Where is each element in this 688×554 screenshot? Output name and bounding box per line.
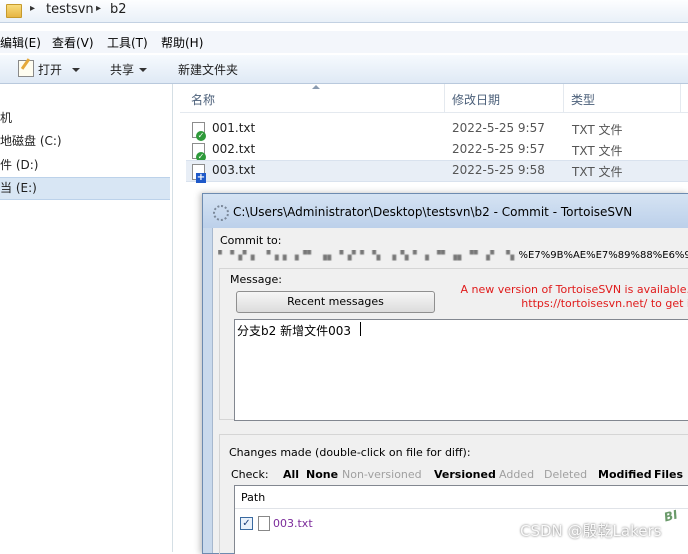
menu-bar: 编辑(E) 查看(V) 工具(T) 帮助(H) <box>0 31 688 53</box>
file-name: 001.txt <box>212 121 256 135</box>
address-bar[interactable]: ▸ testsvn ▸ b2 <box>0 0 688 23</box>
dialog-title: C:\Users\Administrator\Desktop\testsvn\b… <box>233 205 633 219</box>
filter-deleted: Deleted <box>544 468 588 481</box>
share-button[interactable]: 共享 <box>110 61 134 78</box>
text-file-icon <box>258 516 270 531</box>
tortoisesvn-icon <box>213 205 229 221</box>
breadcrumb-testsvn[interactable]: testsvn <box>46 2 94 17</box>
svn-added-overlay-icon: + <box>196 172 206 183</box>
column-divider[interactable] <box>444 84 445 112</box>
folder-icon <box>6 4 22 18</box>
changes-label: Changes made (double-click on file for d… <box>229 446 471 459</box>
list-header[interactable]: Path <box>235 486 688 509</box>
commit-url-visible: %E7%9B%AE%E7%89%88%E6%9C% <box>518 250 688 261</box>
sort-ascending-icon <box>312 85 320 89</box>
redacted-url-portion: ▘▝▗▘▖ ▝▗ ▖▗▝▘ ▗▖▝▗▘▘▝▖ ▗▝▖▘▗ ▝▘▗▖▝▘▗▘ ▝▖ <box>218 250 519 261</box>
filter-added: Added <box>499 468 535 481</box>
file-row[interactable]: ✓ 001.txt 2022-5-25 9:57 TXT 文件 <box>186 119 688 141</box>
watermark: CSDN @殷乾Lakers <box>520 522 662 540</box>
filter-all[interactable]: All <box>283 468 299 481</box>
nav-item-drive-e[interactable]: 当 (E:) <box>0 177 170 200</box>
file-name: 002.txt <box>212 142 256 156</box>
message-label: Message: <box>228 273 284 286</box>
chevron-down-icon[interactable] <box>139 68 147 72</box>
file-row[interactable]: ✓ 002.txt 2022-5-25 9:57 TXT 文件 <box>186 140 688 162</box>
commit-url: ▘▝▗▘▖ ▝▗ ▖▗▝▘ ▗▖▝▗▘▘▝▖ ▗▝▖▘▗ ▝▘▗▖▝▘▗▘ ▝▖… <box>218 250 688 261</box>
file-type: TXT 文件 <box>572 144 623 158</box>
breadcrumb-separator[interactable]: ▸ <box>30 3 35 14</box>
commit-to-label: Commit to: <box>220 234 282 247</box>
nav-item-drive-c[interactable]: 地磁盘 (C:) <box>0 131 170 152</box>
nav-item-label: 件 (D:) <box>0 158 39 172</box>
filter-non-versioned: Non-versioned <box>342 468 422 481</box>
file-list-header: 名称 修改日期 类型 <box>180 84 688 113</box>
recent-messages-button[interactable]: Recent messages <box>236 291 435 313</box>
filter-none[interactable]: None <box>306 468 338 481</box>
nav-item-label: 机 <box>0 111 13 125</box>
file-checkbox[interactable]: ✓ <box>240 517 253 530</box>
filter-files[interactable]: Files <box>654 468 683 481</box>
column-divider[interactable] <box>563 84 564 112</box>
commit-message-text: 分支b2 新增文件003 <box>237 324 351 338</box>
command-toolbar: 打开 共享 新建文件夹 <box>0 55 688 84</box>
nav-item-label: 地磁盘 (C:) <box>0 134 62 148</box>
breadcrumb-separator[interactable]: ▸ <box>96 3 101 14</box>
dialog-title-bar[interactable]: C:\Users\Administrator\Desktop\testsvn\b… <box>203 194 688 228</box>
commit-dialog: C:\Users\Administrator\Desktop\testsvn\b… <box>202 193 688 554</box>
new-folder-button[interactable]: 新建文件夹 <box>178 61 238 78</box>
file-type: TXT 文件 <box>572 165 623 179</box>
column-type[interactable]: 类型 <box>571 91 595 108</box>
file-date: 2022-5-25 9:57 <box>452 142 545 156</box>
column-name[interactable]: 名称 <box>191 91 215 108</box>
nav-item-computer[interactable]: 机 <box>0 108 170 129</box>
nav-item-drive-d[interactable]: 件 (D:) <box>0 155 170 176</box>
menu-edit[interactable]: 编辑(E) <box>0 34 41 51</box>
column-path[interactable]: Path <box>241 491 265 504</box>
text-file-icon: ✓ <box>192 122 206 141</box>
chevron-down-icon[interactable] <box>72 68 80 72</box>
text-file-icon: + <box>192 164 206 183</box>
update-notice-line1[interactable]: A new version of TortoiseSVN is availabl… <box>453 283 688 296</box>
changed-file-path[interactable]: 003.txt <box>273 517 313 530</box>
update-notice-line2[interactable]: https://tortoisesvn.net/ to get i <box>453 297 688 310</box>
file-date: 2022-5-25 9:58 <box>452 163 545 177</box>
file-name: 003.txt <box>212 163 256 177</box>
file-date: 2022-5-25 9:57 <box>452 121 545 135</box>
menu-tools[interactable]: 工具(T) <box>107 34 148 51</box>
text-caret <box>360 322 361 336</box>
column-date-modified[interactable]: 修改日期 <box>452 91 500 108</box>
open-button[interactable]: 打开 <box>38 61 62 78</box>
breadcrumb-b2[interactable]: b2 <box>110 2 127 17</box>
check-label: Check: <box>231 468 269 481</box>
menu-help[interactable]: 帮助(H) <box>161 34 203 51</box>
filter-modified[interactable]: Modified <box>598 468 652 481</box>
column-divider[interactable] <box>680 84 681 112</box>
navigation-pane: 机 地磁盘 (C:) 件 (D:) 当 (E:) <box>0 84 173 552</box>
dialog-body: Commit to: ▘▝▗▘▖ ▝▗ ▖▗▝▘ ▗▖▝▗▘▘▝▖ ▗▝▖▘▗ … <box>212 228 688 554</box>
nav-item-label: 当 (E:) <box>0 181 37 195</box>
file-row[interactable]: + 003.txt 2022-5-25 9:58 TXT 文件 <box>186 160 688 183</box>
file-type: TXT 文件 <box>572 123 623 137</box>
filter-versioned[interactable]: Versioned <box>434 468 496 481</box>
text-file-icon: ✓ <box>192 143 206 162</box>
commit-message-input[interactable]: 分支b2 新增文件003 <box>234 319 688 421</box>
open-icon[interactable] <box>18 60 34 77</box>
menu-view[interactable]: 查看(V) <box>52 34 94 51</box>
